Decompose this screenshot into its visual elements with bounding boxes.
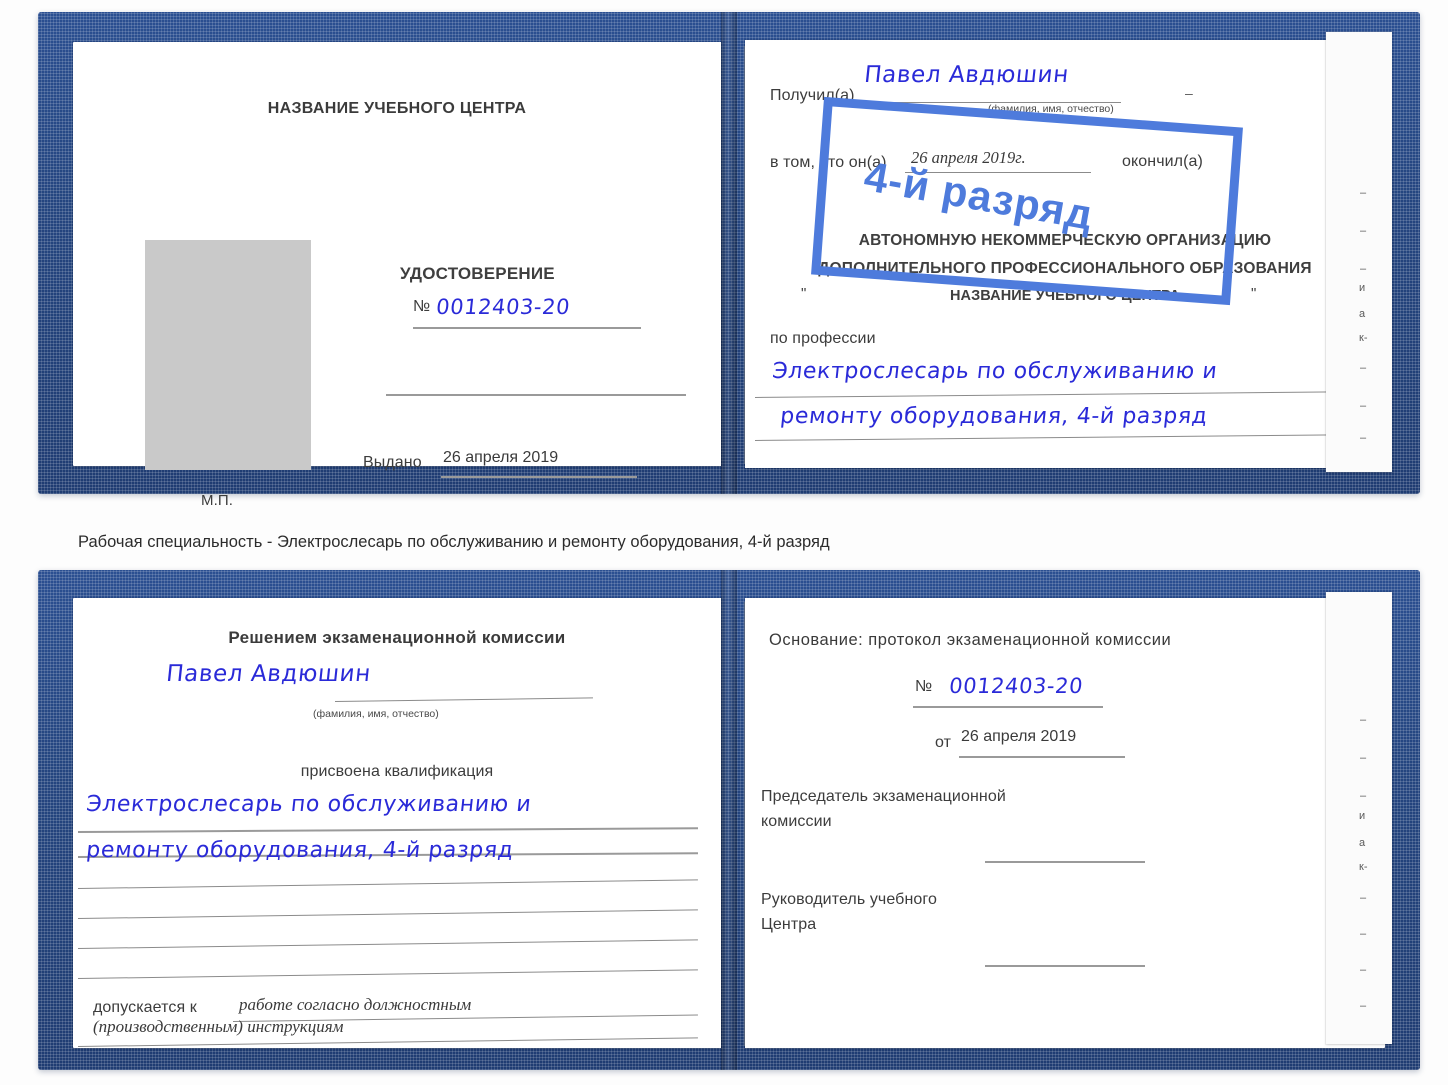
received-label: Получил(а) [770, 87, 855, 104]
edge-fragment-b9: – [1360, 1000, 1367, 1012]
issued-label-top: Выдано [363, 454, 422, 471]
protocol-from-label: от [935, 734, 952, 751]
chairman-label-line-1: Председатель экзаменационной [761, 788, 1006, 805]
top-right-page: Получил(а) Павел Авдюшин (фамилия, имя, … [745, 40, 1385, 468]
edge-fragment-b5: к- [1359, 861, 1368, 873]
photo-placeholder-top [145, 240, 311, 470]
qualification-rule-1 [77, 827, 698, 833]
edge-fragment-2: – [1360, 263, 1367, 275]
page-caption: Рабочая специальность - Электрослесарь п… [78, 533, 830, 551]
edge-fragment-8: – [1360, 432, 1367, 444]
edge-fragment-b6: – [1360, 892, 1367, 904]
admitted-value-line-2: (производственным) инструкциям [93, 1017, 344, 1036]
bottom-edge-partial-page: – – – и а к- – – – – [1326, 592, 1392, 1044]
edge-fragment-b8: – [1360, 964, 1367, 976]
chairman-signature-rule [985, 861, 1145, 863]
edge-fragment-5: к- [1359, 332, 1368, 344]
profession-value-line-1: Электрослесарь по обслуживанию и [771, 359, 1219, 384]
top-edge-partial-page: – – – и а к- – – – [1326, 32, 1392, 472]
head-label-line-1: Руководитель учебного [761, 891, 937, 908]
qualification-line-1: Электрослесарь по обслуживанию и [85, 792, 533, 817]
edge-fragment-1: – [1360, 225, 1367, 237]
protocol-number-rule [913, 706, 1103, 708]
certificate-top: НАЗВАНИЕ УЧЕБНОГО ЦЕНТРА УДОСТОВЕРЕНИЕ №… [38, 12, 1420, 509]
edge-fragment-b2: – [1360, 790, 1367, 802]
admitted-label: допускается к [93, 999, 197, 1016]
org-line-3: НАЗВАНИЕ УЧЕБНОГО ЦЕНТРА [949, 288, 1181, 304]
protocol-from-rule [959, 756, 1125, 758]
protocol-number-symbol: № [915, 678, 933, 695]
org-quote-open: " [801, 285, 807, 302]
profession-label: по профессии [770, 330, 876, 347]
org-quote-close: " [1251, 285, 1257, 302]
profession-value-line-2: ремонту оборудования, 4-й разряд [779, 404, 1209, 429]
edge-fragment-3: и [1359, 282, 1366, 294]
issued-value-top: 26 апреля 2019 [443, 449, 559, 466]
head-signature-rule [985, 965, 1145, 967]
qualification-line-2: ремонту оборудования, 4-й разряд [85, 838, 515, 863]
edge-fragment-6: – [1360, 362, 1367, 374]
training-center-title-top: НАЗВАНИЕ УЧЕБНОГО ЦЕНТРА [267, 100, 527, 117]
edge-fragment-b3: и [1359, 810, 1366, 822]
org-line-2: ДОПОЛНИТЕЛЬНОГО ПРОФЕССИОНАЛЬНОГО ОБРАЗО… [818, 260, 1312, 277]
issued-rule-top [441, 476, 637, 478]
profession-rule-2 [754, 434, 1377, 441]
protocol-from-value: 26 апреля 2019 [961, 728, 1077, 745]
edge-fragment-4: а [1359, 308, 1366, 320]
commission-decision-title: Решением экзаменационной комиссии [228, 628, 566, 647]
number-symbol-top: № [413, 298, 431, 315]
blank-rule-b1 [77, 909, 698, 919]
qualification-label: присвоена квалификация [300, 763, 494, 780]
edge-fragment-0: – [1360, 187, 1367, 199]
chairman-label-line-2: комиссии [761, 813, 832, 830]
edge-fragment-7: – [1360, 400, 1367, 412]
admitted-value-line-1: работе согласно должностным [239, 995, 472, 1014]
fio-hint-bottom: (фамилия, имя, отчество) [313, 708, 439, 720]
profession-rule-1 [754, 391, 1377, 398]
bottom-right-page: Основание: протокол экзаменационной коми… [745, 598, 1385, 1048]
edge-fragment-b4: а [1359, 837, 1366, 849]
head-label-line-2: Центра [761, 916, 817, 933]
edge-fragment-b0: – [1360, 714, 1367, 726]
blank-rule-b2 [77, 939, 698, 949]
edge-fragment-b7: – [1360, 928, 1367, 940]
admitted-rule-2 [77, 1037, 698, 1047]
number-value-top: 0012403-20 [435, 295, 572, 319]
top-left-page: НАЗВАНИЕ УЧЕБНОГО ЦЕНТРА УДОСТОВЕРЕНИЕ №… [73, 42, 721, 509]
basis-label: Основание: протокол экзаменационной коми… [769, 631, 1172, 649]
fio-hint-top: (фамилия, имя, отчество) [988, 103, 1114, 115]
number-rule-top [413, 327, 641, 329]
finished-label: окончил(а) [1122, 153, 1203, 170]
edge-fragment-b1: – [1360, 752, 1367, 764]
qualification-rule-3 [77, 879, 698, 889]
seal-label-top: М.П. [201, 492, 234, 509]
protocol-number-value: 0012403-20 [948, 674, 1085, 698]
certificate-bottom: Решением экзаменационной комиссии Павел … [38, 570, 1420, 1070]
blank-rule-b3 [77, 969, 698, 979]
commission-name-rule [334, 697, 593, 702]
bottom-left-page: Решением экзаменационной комиссии Павел … [73, 598, 721, 1048]
blank-rule-top [386, 394, 686, 396]
received-value: Павел Авдюшин [863, 62, 1071, 88]
edge-dash-top: – [1185, 85, 1193, 101]
document-type-label: УДОСТОВЕРЕНИЕ [400, 264, 555, 283]
commission-name-value: Павел Авдюшин [165, 661, 373, 687]
